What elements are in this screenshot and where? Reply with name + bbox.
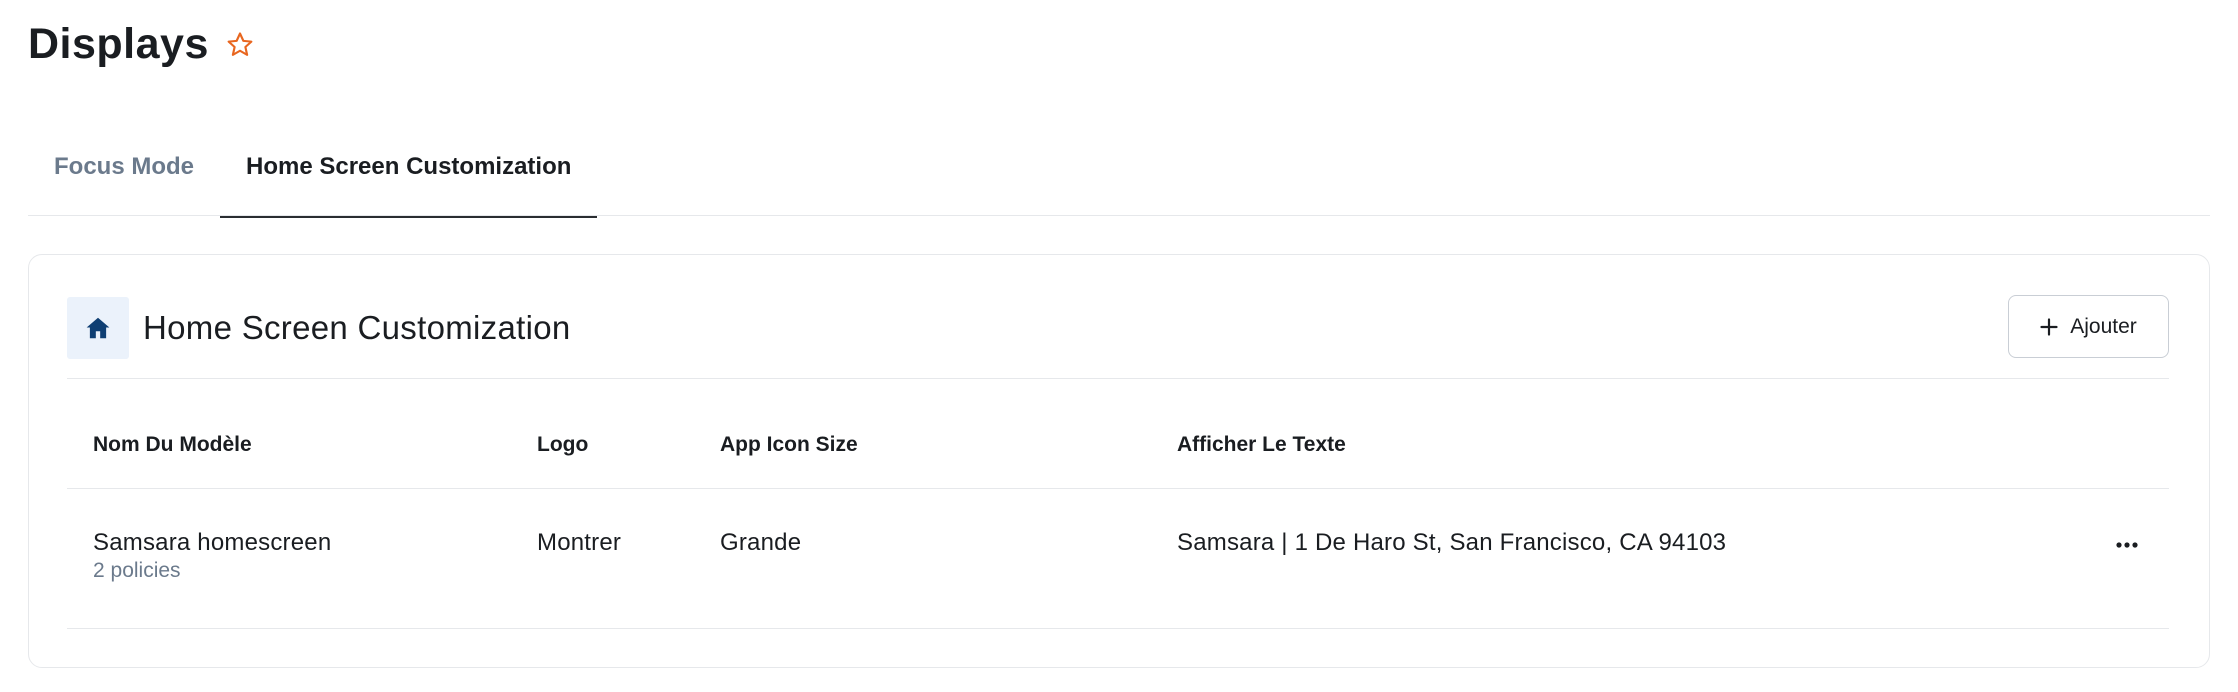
home-icon xyxy=(67,297,129,359)
tab-focus-mode[interactable]: Focus Mode xyxy=(28,135,220,216)
app-icon-size-value: Grande xyxy=(720,529,802,556)
display-text-value: Samsara | 1 De Haro St, San Francisco, C… xyxy=(1177,529,1727,556)
page: Displays Focus Mode Home Screen Customiz… xyxy=(0,0,2238,692)
page-title: Displays xyxy=(28,20,209,68)
table-row[interactable]: Samsara homescreen 2 policies Montrer Gr… xyxy=(67,489,2169,629)
card-title: Home Screen Customization xyxy=(143,309,571,346)
card-header: Home Screen Customization Ajouter xyxy=(67,295,2169,379)
template-name[interactable]: Samsara homescreen xyxy=(93,529,331,557)
column-header-name[interactable]: Nom Du Modèle xyxy=(93,433,252,457)
card-title-group: Home Screen Customization xyxy=(67,297,571,359)
more-horizontal-icon[interactable] xyxy=(2109,531,2145,559)
tab-home-screen-customization[interactable]: Home Screen Customization xyxy=(220,135,598,218)
star-icon[interactable] xyxy=(225,30,255,60)
templates-table: Nom Du Modèle Logo App Icon Size Affiche… xyxy=(67,403,2169,629)
add-button[interactable]: Ajouter xyxy=(2008,295,2169,358)
logo-value: Montrer xyxy=(537,529,622,556)
table-header: Nom Du Modèle Logo App Icon Size Affiche… xyxy=(67,403,2169,489)
page-header: Displays xyxy=(28,20,255,69)
template-policies: 2 policies xyxy=(93,559,181,582)
home-screen-card: Home Screen Customization Ajouter Nom Du… xyxy=(28,254,2210,668)
column-header-logo[interactable]: Logo xyxy=(537,433,588,457)
add-button-label: Ajouter xyxy=(2070,314,2137,338)
plus-icon xyxy=(2040,317,2058,336)
tab-bar: Focus Mode Home Screen Customization xyxy=(28,135,2210,218)
column-header-display-text[interactable]: Afficher Le Texte xyxy=(1177,433,1346,457)
column-header-app-icon-size[interactable]: App Icon Size xyxy=(720,433,858,457)
